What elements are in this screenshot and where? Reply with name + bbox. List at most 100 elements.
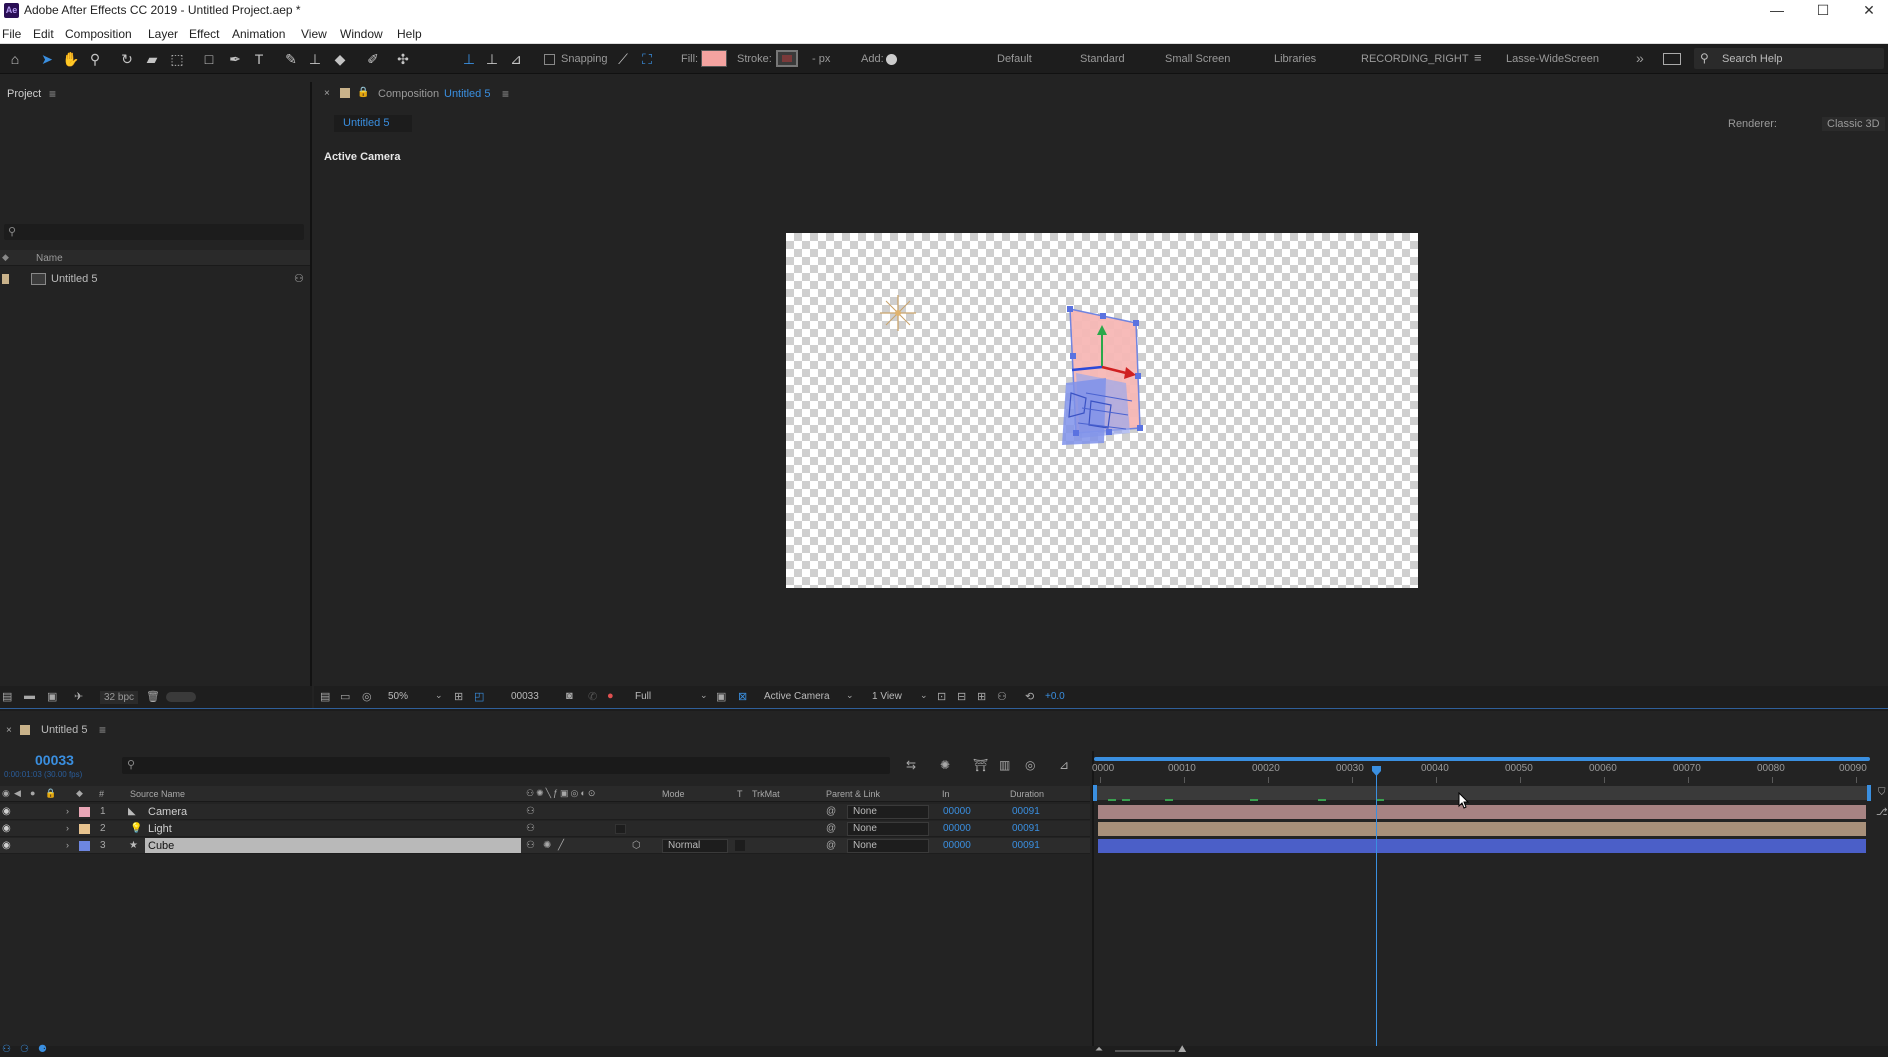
menu-composition[interactable]: Composition: [65, 27, 132, 41]
type-tool-icon[interactable]: T: [250, 50, 268, 68]
layer-label-color[interactable]: [79, 824, 90, 834]
snap-edges-icon[interactable]: ⟋: [614, 50, 632, 68]
workspace-recording-right[interactable]: RECORDING_RIGHT: [1361, 53, 1469, 65]
timeline-panel-menu-icon[interactable]: ≡: [99, 723, 106, 737]
menu-window[interactable]: Window: [340, 27, 383, 41]
parent-dropdown[interactable]: None: [847, 822, 929, 836]
workspace-menu-icon[interactable]: ≡: [1474, 50, 1482, 65]
timeline-icon[interactable]: ⊞: [977, 690, 986, 703]
project-settings-icon[interactable]: ✈: [74, 690, 83, 703]
search-help-field[interactable]: ⚲ Search Help: [1694, 48, 1884, 69]
monitor-icon[interactable]: ▭: [340, 690, 350, 703]
resolution-dropdown[interactable]: Full: [635, 691, 651, 702]
transparency-grid-icon[interactable]: ⊠: [738, 690, 747, 703]
exposure-value[interactable]: +0.0: [1045, 691, 1065, 702]
roto-brush-tool-icon[interactable]: ✐: [364, 50, 382, 68]
color-channels-icon[interactable]: ●: [607, 690, 614, 702]
layer-bar-camera[interactable]: [1098, 805, 1866, 819]
chevron-down-icon[interactable]: ⌄: [700, 690, 708, 701]
chevron-down-icon[interactable]: ⌄: [846, 690, 854, 701]
interpret-footage-icon[interactable]: ▤: [2, 690, 12, 703]
keyframe-marker[interactable]: [1165, 799, 1173, 801]
project-panel-title[interactable]: Project: [7, 88, 41, 100]
work-area-start-handle[interactable]: [1093, 785, 1097, 801]
workspace-standard[interactable]: Standard: [1080, 53, 1125, 65]
fill-label[interactable]: Fill:: [681, 53, 698, 65]
motion-blur-icon[interactable]: ◎: [1025, 758, 1035, 772]
collapse-switch-icon[interactable]: ✺: [543, 840, 551, 851]
close-button[interactable]: ✕: [1846, 0, 1888, 22]
menu-view[interactable]: View: [301, 27, 327, 41]
brush-tool-icon[interactable]: ✎: [282, 50, 300, 68]
layer-name[interactable]: Light: [148, 823, 172, 835]
work-area-end-handle[interactable]: [1867, 785, 1871, 801]
label-tag-icon[interactable]: ◆: [2, 252, 12, 262]
trash-icon[interactable]: 🗑: [146, 690, 160, 703]
trkmat-header[interactable]: TrkMat: [752, 789, 780, 799]
layer-bar-light[interactable]: [1098, 822, 1866, 836]
clone-stamp-tool-icon[interactable]: ⊥: [306, 50, 324, 68]
rectangle-tool-icon[interactable]: □: [200, 50, 218, 68]
comp-button-icon[interactable]: ⎇: [1876, 807, 1888, 818]
puppet-tool-icon[interactable]: ✣: [394, 50, 412, 68]
graph-editor-icon[interactable]: ⊿: [1059, 758, 1069, 772]
menu-edit[interactable]: Edit: [33, 27, 54, 41]
toggle-pixel-aspect-icon[interactable]: ⊡: [937, 690, 946, 703]
layer-in-point[interactable]: 00000: [943, 840, 971, 851]
audio-toggle-icon[interactable]: ◀: [14, 788, 21, 799]
maximize-button[interactable]: ☐: [1800, 0, 1846, 22]
layer-duration[interactable]: 00091: [1012, 806, 1040, 817]
snapping-checkbox[interactable]: [544, 54, 555, 65]
duration-header[interactable]: Duration: [1010, 789, 1044, 799]
pan-behind-tool-icon[interactable]: ⬚: [168, 50, 186, 68]
parent-link-header[interactable]: Parent & Link: [826, 789, 880, 799]
source-name-header[interactable]: Source Name: [130, 789, 185, 799]
camera-view-dropdown[interactable]: Active Camera: [764, 691, 830, 702]
show-snapshot-icon[interactable]: ✆: [588, 690, 597, 703]
world-axis-icon[interactable]: ⊥: [483, 50, 501, 68]
title-safe-icon[interactable]: ◰: [474, 690, 484, 703]
layer-name-highlight[interactable]: Cube: [145, 838, 521, 853]
eye-icon[interactable]: ◉: [2, 823, 14, 835]
layer-row-cube[interactable]: ◉ › 3 ★ Cube ⚇ ✺ ╱ ⬡ Normal @ None 00000…: [0, 838, 1090, 854]
keyframe-marker[interactable]: [1108, 799, 1116, 801]
eye-icon[interactable]: ◉: [2, 840, 14, 852]
project-item-row[interactable]: Untitled 5 ⚇: [0, 271, 310, 287]
composition-canvas[interactable]: [786, 233, 1418, 588]
mode-header[interactable]: Mode: [662, 789, 685, 799]
layer-row-light[interactable]: ◉ › 2 💡 Light ⚇ @ None 00000 00091: [0, 821, 1090, 837]
vr-preview-icon[interactable]: ◎: [362, 690, 372, 703]
workspace-default[interactable]: Default: [997, 53, 1032, 65]
layer-in-point[interactable]: 00000: [943, 823, 971, 834]
flowchart-icon[interactable]: ⚇: [997, 690, 1007, 703]
video-toggle-icon[interactable]: ◉: [2, 788, 10, 799]
snapshot-camera-icon[interactable]: ◙: [566, 690, 573, 702]
tab-untitled-5[interactable]: Untitled 5: [334, 115, 412, 132]
layer-row-camera[interactable]: ◉ › 1 ◣ Camera ⚇ @ None 00000 00091: [0, 804, 1090, 820]
switches-header-icons[interactable]: ⚇✺╲ƒ▣◎◐⊙: [526, 788, 597, 799]
composition-header-name[interactable]: Untitled 5: [444, 88, 490, 100]
draft-3d-icon[interactable]: ✺: [940, 758, 950, 772]
new-folder-icon[interactable]: ▬: [24, 690, 35, 702]
work-area-bar[interactable]: [1094, 786, 1870, 800]
label-tag-icon[interactable]: ◆: [76, 788, 83, 799]
local-axis-icon[interactable]: ⊥: [460, 50, 478, 68]
hand-tool-icon[interactable]: ✋: [62, 50, 80, 68]
pick-whip-icon[interactable]: @: [826, 840, 836, 851]
thumbnail-slider[interactable]: [166, 692, 196, 702]
keyframe-marker[interactable]: [1122, 799, 1130, 801]
expand-chevron-icon[interactable]: ›: [66, 823, 69, 833]
reset-exposure-icon[interactable]: ⟲: [1025, 690, 1034, 703]
zoom-in-icon[interactable]: ⛰: [1178, 1044, 1186, 1055]
composition-mini-flowchart-icon[interactable]: ⇆: [906, 758, 916, 772]
new-composition-icon[interactable]: ▣: [47, 690, 57, 703]
adjustment-switch[interactable]: [615, 824, 626, 834]
minimize-button[interactable]: —: [1754, 0, 1800, 22]
zoom-tool-icon[interactable]: ⚲: [86, 50, 104, 68]
fit-frame-icon[interactable]: ⊞: [454, 690, 463, 703]
views-layout-dropdown[interactable]: 1 View: [872, 691, 902, 702]
project-panel-menu-icon[interactable]: ≡: [49, 87, 56, 101]
rotate-tool-icon[interactable]: ↻: [118, 50, 136, 68]
pick-whip-icon[interactable]: @: [826, 806, 836, 817]
menu-layer[interactable]: Layer: [148, 27, 178, 41]
